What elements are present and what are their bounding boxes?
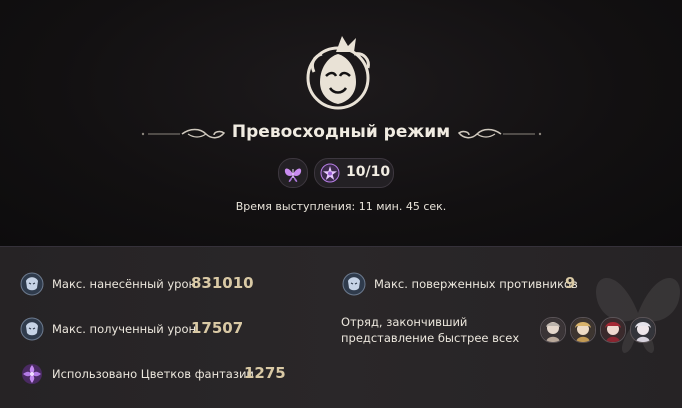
fastest-squad-label: Отряд, закончивший представление быстрее… xyxy=(341,315,520,345)
character-avatar-3 xyxy=(600,317,626,343)
fantasia-flower-icon xyxy=(22,364,42,384)
stat-value: 1275 xyxy=(244,364,286,382)
stat-max-damage-dealt: Макс. нанесённый урон 831010 xyxy=(20,272,260,298)
stat-label: Макс. нанесённый урон xyxy=(52,277,197,291)
stat-value: 831010 xyxy=(191,274,254,292)
butterfly-watermark-icon xyxy=(596,278,680,353)
stat-max-enemies-defeated: Макс. поверженных противников 9 xyxy=(342,272,602,298)
ornament-right-icon xyxy=(457,128,542,139)
stat-label: Макс. полученный урон xyxy=(52,322,197,336)
mode-title-row: Превосходный режим xyxy=(0,118,682,152)
character-avatar-1 xyxy=(540,317,566,343)
theater-mask-emblem-icon xyxy=(306,36,370,110)
stat-value: 9 xyxy=(565,274,576,292)
character-portrait-icon xyxy=(20,317,44,341)
character-portrait-icon xyxy=(20,272,44,296)
character-avatar-4 xyxy=(630,317,656,343)
stat-fantasia-flowers-used: Использовано Цветков фантазии 1275 xyxy=(20,362,300,388)
score-value: 10/10 xyxy=(346,164,391,180)
butterfly-icon xyxy=(284,168,302,182)
stat-value: 17507 xyxy=(191,319,244,337)
stat-label: Макс. поверженных противников xyxy=(374,277,578,291)
mode-badge xyxy=(278,158,308,188)
results-header: Превосходный режим 10/10 Время выступлен… xyxy=(0,0,682,246)
stats-section: Макс. нанесённый урон 831010 Макс. получ… xyxy=(0,246,682,408)
page-title: Превосходный режим xyxy=(231,122,451,142)
stat-max-damage-taken: Макс. полученный урон 17507 xyxy=(20,317,260,343)
results-panel: Превосходный режим 10/10 Время выступлен… xyxy=(0,0,682,408)
stat-label: Использовано Цветков фантазии xyxy=(52,367,254,381)
score-badge: 10/10 xyxy=(314,158,394,188)
character-avatar-2 xyxy=(570,317,596,343)
character-portrait-icon xyxy=(342,272,366,296)
star-flower-icon xyxy=(320,163,340,183)
performance-time: Время выступления: 11 мин. 45 сек. xyxy=(235,200,447,213)
